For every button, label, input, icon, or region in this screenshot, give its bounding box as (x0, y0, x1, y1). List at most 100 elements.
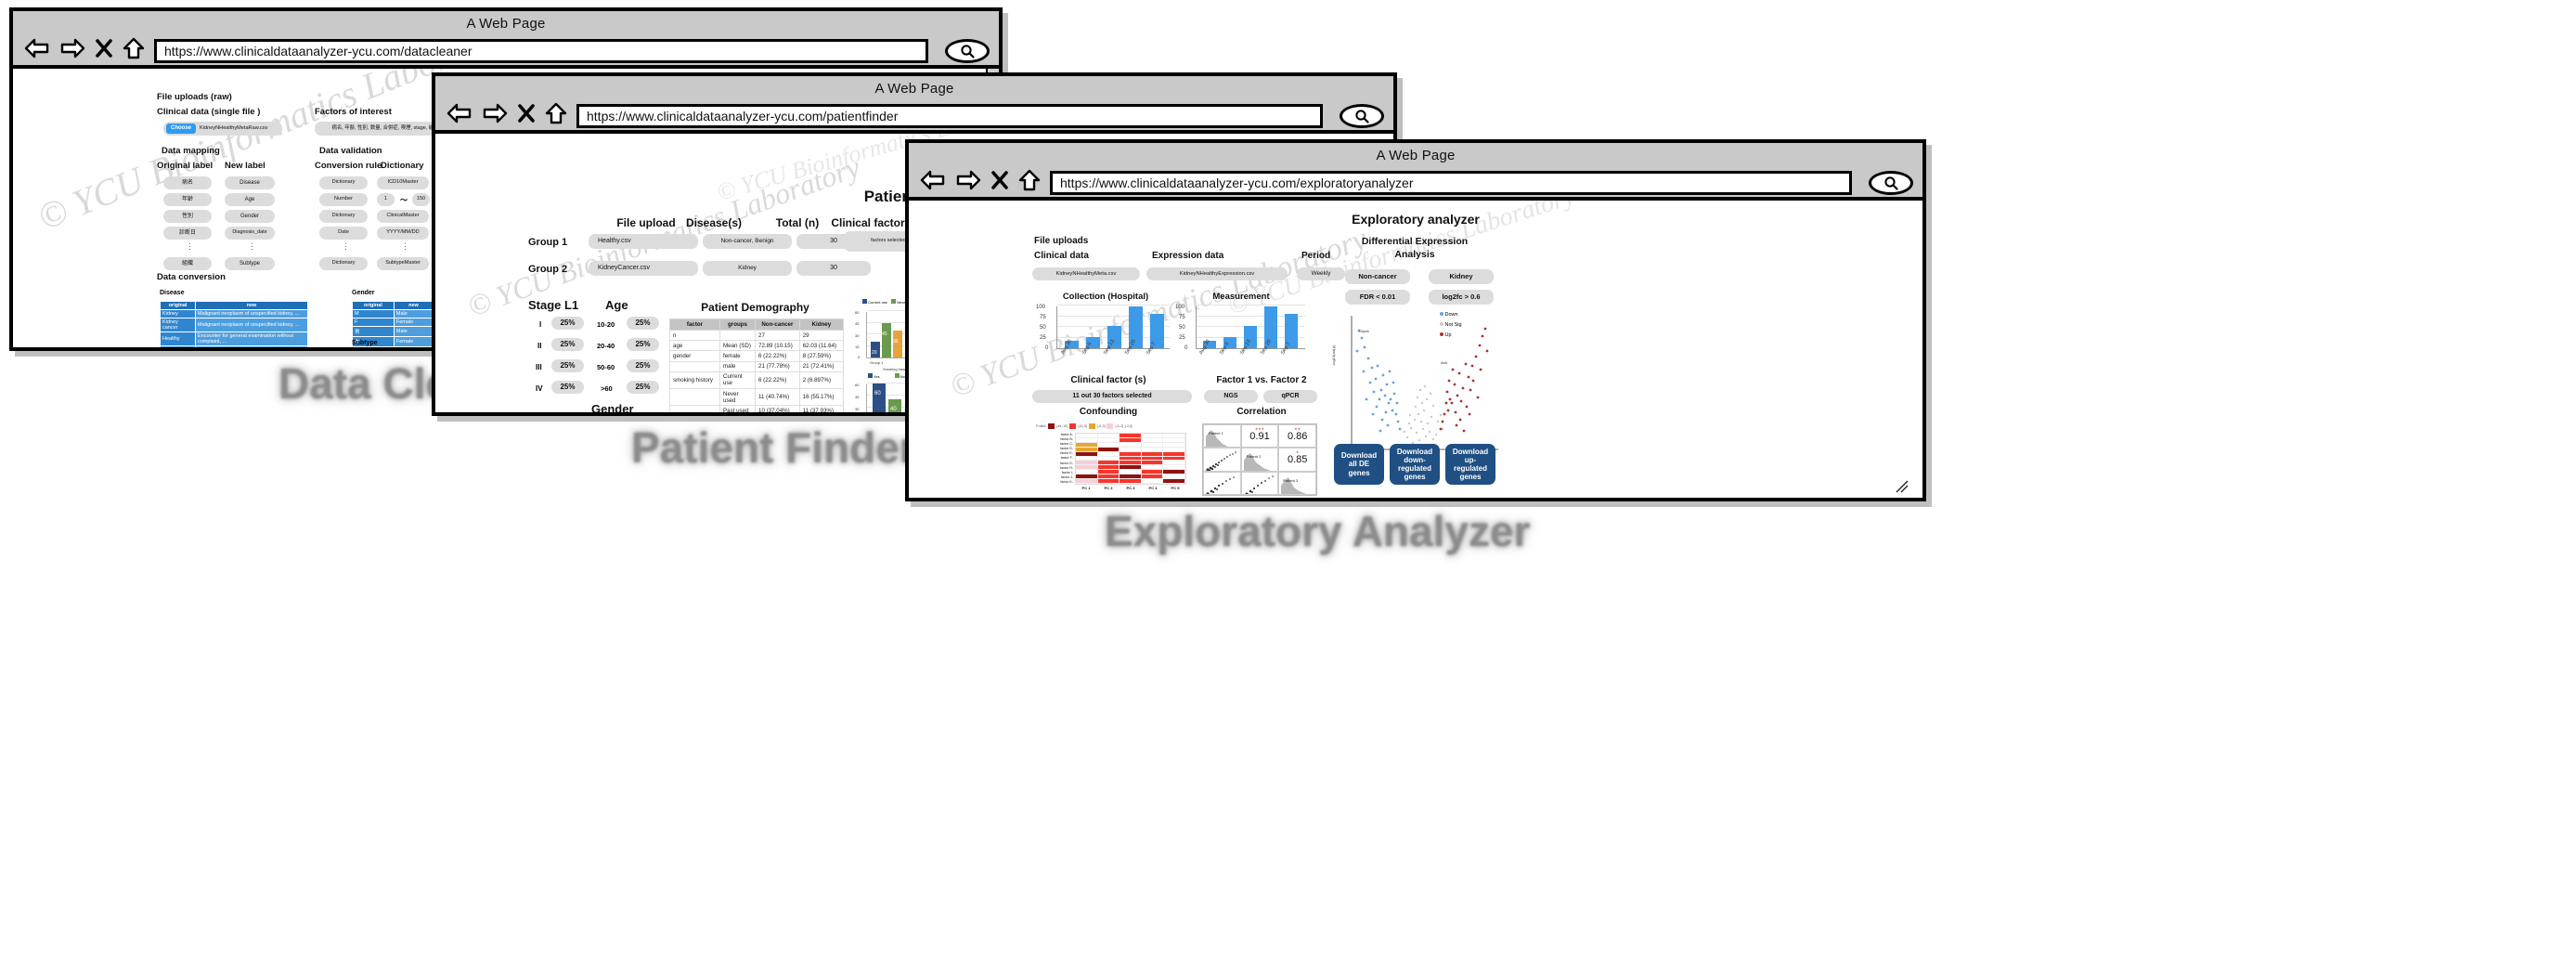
back-icon[interactable] (920, 170, 946, 195)
demography-table[interactable]: factor groups Non-cancer Kidney n 27 29 ag… (669, 318, 845, 412)
correlation-diagonal-cell: Patient 3 (1278, 471, 1316, 495)
factor-option-qpcr[interactable]: qPCR (1263, 390, 1317, 403)
download-up-regulated-genes-button[interactable]: Download up-regulated genes (1445, 444, 1495, 485)
caption-patient-finder: Patient Finder (631, 423, 916, 472)
group-1-file[interactable]: Healthy.csv (589, 234, 698, 249)
x-tick: Group 1 (870, 360, 884, 365)
de-fdr-threshold[interactable]: FDR < 0.01 (1345, 290, 1410, 305)
y-tick: 25 (1179, 335, 1185, 341)
url-bar[interactable]: https://www.clinicaldataanalyzer-ycu.com… (576, 103, 1323, 128)
confounding-heatmap[interactable]: factor A- factor B- factor C- factor D- … (1032, 433, 1192, 494)
gender-table-label: Gender (352, 290, 375, 296)
group-2-file[interactable]: KidneyCancer.csv (589, 261, 698, 276)
file-uploads-heading: File uploads (1034, 236, 1089, 246)
de-log2fc-threshold[interactable]: log2fc > 0.6 (1429, 290, 1494, 305)
dictionary-4[interactable]: SubtypeMaster (377, 257, 429, 270)
de-group-2[interactable]: Kidney (1429, 269, 1494, 284)
bar (873, 384, 886, 412)
search-button[interactable] (1869, 170, 1913, 195)
original-label-1[interactable]: 年齢 (163, 193, 212, 206)
age-pct-2[interactable]: 25% (627, 359, 659, 372)
download-down-regulated-genes-button[interactable]: Download down-regulated genes (1390, 444, 1440, 485)
de-heading-line-1: Differential Expression (1361, 236, 1469, 247)
group-2-disease[interactable]: Kidney (703, 261, 792, 276)
search-button[interactable] (1340, 103, 1384, 128)
download-all-de-genes-button[interactable]: Download all DE genes (1334, 444, 1384, 485)
original-label-4[interactable]: 組織 (163, 257, 212, 270)
de-group-1[interactable]: Non-cancer (1345, 269, 1410, 284)
svg-text:-log10(adj.p): -log10(adj.p) (1331, 344, 1336, 366)
age-pct-3[interactable]: 25% (627, 381, 659, 394)
page-title: Exploratory analyzer (1352, 212, 1480, 227)
dictionary-0[interactable]: ICD10Master (377, 176, 429, 189)
table-row: F Female (352, 318, 434, 327)
new-label-2[interactable]: Gender (225, 210, 275, 223)
clinical-data-upload-field[interactable]: Choose KidneyNHealthyMetaRaw.csv (163, 122, 282, 136)
url-text: https://www.clinicaldataanalyzer-ycu.com… (1060, 175, 1414, 190)
clinical-data-file[interactable]: KidneyNHealthyMeta.csv (1032, 267, 1140, 280)
home-icon[interactable] (123, 37, 145, 64)
stage-pct-0[interactable]: 25% (551, 317, 584, 330)
stage-pct-1[interactable]: 25% (551, 338, 584, 351)
dictionary-3[interactable]: YYYY/MM/DD (377, 227, 429, 240)
url-bar[interactable]: https://www.clinicaldataanalyzer-ycu.com… (154, 38, 928, 63)
y-tick: 25 (1040, 335, 1046, 341)
url-bar[interactable]: https://www.clinicaldataanalyzer-ycu.com… (1050, 170, 1852, 195)
forward-icon[interactable] (59, 38, 85, 63)
conversion-rule-2[interactable]: Dictionary (319, 210, 368, 223)
clinical-factor-value[interactable]: 11 out 30 factors selected (1032, 390, 1192, 403)
new-label-0[interactable]: Disease (225, 176, 275, 189)
dictionary-2[interactable]: ClinicalMaster (377, 210, 429, 223)
original-label-3[interactable]: 診断日 (163, 227, 212, 240)
period-select[interactable]: Weekly (1297, 267, 1345, 280)
new-label-4[interactable]: Subtype (225, 257, 275, 270)
group-1-total[interactable]: 30 (796, 234, 871, 249)
conversion-rule-1[interactable]: Number (319, 193, 368, 206)
search-icon (1884, 176, 1898, 190)
window-exploratory-analyzer[interactable]: A Web Page https://www.clinicaldataanaly… (905, 139, 1926, 501)
conversion-rule-0[interactable]: Dictionary (319, 176, 368, 189)
home-icon[interactable] (545, 102, 567, 129)
resize-handle-icon[interactable] (1894, 478, 1910, 500)
conversion-rule-4[interactable]: Dictionary (319, 257, 368, 270)
group-1-disease[interactable]: Non-cancer, Benign (703, 234, 792, 249)
dictionary-range-min[interactable]: 1 (377, 193, 395, 206)
titlebar-patient-finder: A Web Page https://www.clinicaldataanaly… (435, 76, 1393, 134)
y-tick: 0 (1184, 345, 1188, 351)
stage-label-0: I (539, 320, 542, 329)
age-pct-0[interactable]: 25% (627, 317, 659, 330)
search-button[interactable] (945, 38, 990, 63)
new-label-1[interactable]: Age (225, 193, 275, 206)
factor-option-ngs[interactable]: NGS (1204, 390, 1258, 403)
stage-pct-3[interactable]: 25% (551, 381, 584, 394)
back-icon[interactable] (24, 38, 50, 63)
clinical-data-label: Clinical data (single file ) (157, 107, 261, 117)
original-label-0[interactable]: 病名 (163, 176, 212, 189)
conversion-rule-heading: Conversion rule (315, 161, 382, 171)
back-icon[interactable] (447, 103, 472, 128)
group-2-total[interactable]: 30 (796, 261, 871, 276)
forward-icon[interactable] (955, 170, 981, 195)
heatmap-col-label: PC 3 (1126, 486, 1135, 490)
age-pct-1[interactable]: 25% (627, 338, 659, 351)
stage-heading: Stage L1 (528, 298, 579, 312)
stage-pct-2[interactable]: 25% (551, 359, 584, 372)
home-icon[interactable] (1018, 169, 1041, 196)
conversion-rule-3[interactable]: Date (319, 227, 368, 240)
heatmap-row-label: factor K- (1060, 479, 1073, 484)
table-row: M Male (352, 309, 434, 318)
correlation-matrix[interactable]: Patient 1 ∗∗∗ 0.91 ∗∗ 0.86 Patient 2 ∗ 0… (1202, 423, 1317, 496)
close-icon[interactable] (517, 103, 536, 128)
close-icon[interactable] (990, 170, 1009, 195)
dictionary-range-max[interactable]: 150 (412, 193, 430, 206)
disease-conversion-table[interactable]: original new Kidney Malignant neoplasm of… (160, 301, 308, 347)
close-icon[interactable] (95, 38, 113, 63)
new-label-3[interactable]: Diagnosis_date (225, 227, 275, 240)
y-tick: 30 (855, 333, 860, 338)
original-label-2[interactable]: 性別 (163, 210, 212, 223)
expression-data-file[interactable]: KidneyNHealthyExpression.csv (1146, 267, 1288, 280)
forward-icon[interactable] (482, 103, 508, 128)
choose-button[interactable]: Choose (166, 124, 197, 134)
titlebar-data-cleaner: A Web Page https://www.clinicaldataanaly… (13, 11, 999, 69)
caption-exploratory-analyzer: Exploratory Analyzer (1105, 507, 1531, 555)
